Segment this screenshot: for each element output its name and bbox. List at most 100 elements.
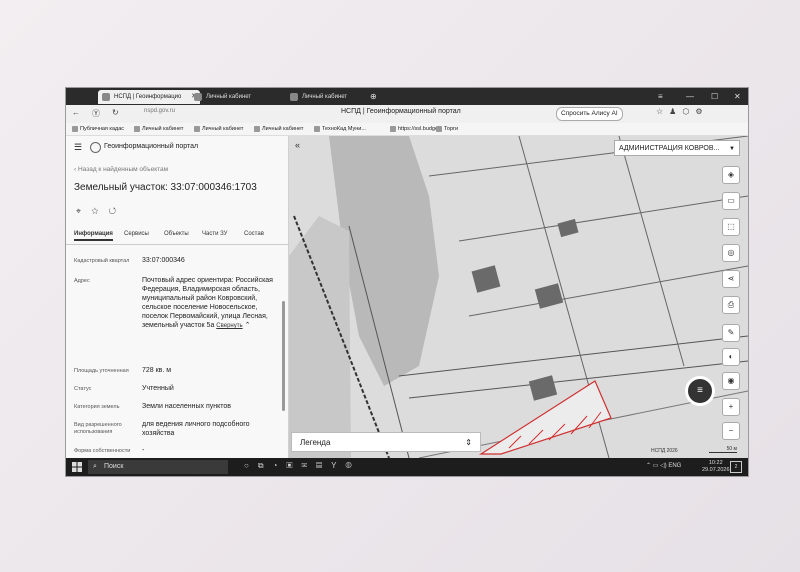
basemap-icon[interactable]: ▭ bbox=[722, 192, 740, 210]
tab-objects[interactable]: Объекты bbox=[164, 231, 189, 237]
taskbar-search[interactable]: ⌕ Поиск bbox=[88, 460, 228, 474]
menu-fab-icon[interactable]: ≡ bbox=[685, 376, 715, 406]
field-value: - bbox=[142, 447, 145, 454]
bookmark-item[interactable]: Личный кабинет bbox=[134, 124, 183, 134]
status-value: Учтенный bbox=[142, 385, 174, 392]
chevron-up-icon[interactable]: ⌃ bbox=[245, 322, 251, 329]
field-label: Вид разрешенного использования bbox=[74, 422, 122, 435]
page-tab-icon bbox=[194, 93, 202, 101]
volume-icon[interactable]: ◁) bbox=[660, 463, 667, 469]
refresh-icon[interactable]: ↻ bbox=[112, 108, 119, 117]
page-tab-icon bbox=[290, 93, 298, 101]
field-label: Категория земель bbox=[74, 404, 120, 410]
field-value: 33:07:000346 bbox=[142, 257, 185, 264]
cadastral-map[interactable]: « АДМИНИСТРАЦИЯ КОВРОВ... ▼ ◈ ▭ ⬚ ◎ ⋖ ⎙ … bbox=[289, 136, 748, 458]
admin-boundary-select[interactable]: АДМИНИСТРАЦИЯ КОВРОВ... ▼ bbox=[614, 140, 740, 156]
hamburger-menu-icon[interactable]: ☰ bbox=[74, 142, 82, 153]
tab-composition[interactable]: Состав bbox=[244, 231, 264, 237]
terrain-area bbox=[289, 216, 351, 458]
tab-label: НСПД | Геоинформацио bbox=[114, 94, 182, 100]
menu-icon[interactable]: ≡ bbox=[658, 88, 663, 105]
back-to-results-link[interactable]: ‹ Назад к найденным объектам bbox=[74, 166, 168, 173]
windows-taskbar: ⌕ Поиск ○⧉◔▣✉▤Y◍ ⌃ ▭ ◁) ENG 10:22 29.07.… bbox=[66, 458, 748, 476]
map-tool-icon[interactable]: ✎ bbox=[722, 324, 740, 342]
notifications-icon[interactable]: 2 bbox=[730, 461, 742, 473]
field-label: Форма собственности bbox=[74, 448, 131, 454]
field-label: Площадь уточненная bbox=[74, 368, 129, 374]
tab-nspd[interactable]: НСПД | Геоинформацио ✕ bbox=[98, 90, 200, 104]
yandex-icon[interactable]: Ⓨ bbox=[92, 108, 100, 119]
yandex-browser-icon[interactable]: Y bbox=[331, 461, 345, 470]
bookmark-item[interactable]: Публичная кадас bbox=[72, 124, 124, 134]
minimize-icon[interactable]: — bbox=[686, 88, 694, 105]
star-icon[interactable]: ☆ bbox=[91, 206, 108, 216]
window-close-icon[interactable]: ✕ bbox=[734, 88, 741, 105]
back-arrow-icon[interactable]: ← bbox=[72, 108, 80, 117]
locate-icon[interactable]: ◉ bbox=[722, 372, 740, 390]
language-indicator[interactable]: ENG bbox=[668, 463, 681, 469]
portal-name: Геоинформационный портал bbox=[104, 143, 199, 150]
object-info-panel: ☰ Геоинформационный портал ‹ Назад к най… bbox=[66, 136, 289, 458]
task-view-icon[interactable]: ⧉ bbox=[258, 461, 273, 470]
field-label: Кадастровый квартал bbox=[74, 258, 130, 264]
history-icon[interactable]: ↺ bbox=[108, 206, 126, 216]
new-tab-icon[interactable]: ⊕ bbox=[370, 88, 377, 105]
collapse-link[interactable]: Свернуть bbox=[216, 323, 242, 329]
measure-icon[interactable]: ◎ bbox=[722, 244, 740, 262]
bookmark-item[interactable]: Личный кабинет bbox=[194, 124, 243, 134]
explorer-icon[interactable]: ▤ bbox=[316, 461, 331, 470]
panel-tabs: Информация Сервисы Объекты Части ЗУ Сост… bbox=[66, 228, 288, 245]
ask-alice-button[interactable]: Спросить Алису AI bbox=[556, 107, 623, 121]
store-icon[interactable]: ▣ bbox=[286, 461, 301, 470]
maximize-icon[interactable]: ☐ bbox=[711, 88, 718, 105]
windows-start-icon[interactable] bbox=[72, 462, 82, 472]
mail-icon[interactable]: ✉ bbox=[302, 461, 317, 470]
object-title: Земельный участок: 33:07:000346:1703 bbox=[74, 182, 257, 193]
pin-icon[interactable]: ⌖ bbox=[76, 206, 91, 216]
edge-icon[interactable]: ◔ bbox=[273, 461, 287, 470]
collapse-panel-icon[interactable]: « bbox=[295, 140, 300, 150]
network-icon[interactable]: ▭ bbox=[653, 463, 659, 469]
tab-services[interactable]: Сервисы bbox=[124, 231, 149, 237]
object-actions: ⌖☆↺ bbox=[76, 206, 126, 217]
search-icon: ⌕ bbox=[93, 463, 97, 470]
legend-label: Легенда bbox=[300, 438, 331, 447]
map-canvas[interactable] bbox=[289, 136, 748, 458]
page-title: НСПД | Геоинформационный портал bbox=[341, 108, 461, 115]
tab-parts[interactable]: Части ЗУ bbox=[202, 231, 227, 237]
back-link-label: Назад к найденным объектам bbox=[77, 166, 169, 173]
nspd-tab-icon bbox=[102, 93, 110, 101]
chevron-down-icon: ▼ bbox=[729, 146, 735, 152]
bookmark-item[interactable]: ТехноКад Муни... bbox=[314, 124, 366, 134]
bookmark-item[interactable]: Торги bbox=[436, 124, 458, 134]
ruler-icon[interactable]: ◐ bbox=[722, 348, 740, 366]
taskbar-clock[interactable]: 10:22 29.07.2026 bbox=[702, 460, 730, 474]
select-area-icon[interactable]: ⬚ bbox=[722, 218, 740, 236]
cortana-icon[interactable]: ○ bbox=[244, 461, 258, 470]
tab-information[interactable]: Информация bbox=[74, 231, 113, 241]
tab-label: Личный кабинет bbox=[206, 94, 252, 100]
zoom-in-icon[interactable]: + bbox=[722, 398, 740, 416]
bookmark-item[interactable]: Личный кабинет bbox=[254, 124, 303, 134]
field-value: Земли населенных пунктов bbox=[142, 403, 232, 410]
browser-toolbar-icons[interactable]: ☆♟⬡⚙ bbox=[656, 107, 709, 116]
browser-tab-bar: НСПД | Геоинформацио ✕ Личный кабинет Ли… bbox=[66, 88, 748, 105]
chevron-up-icon[interactable]: ⌃ bbox=[646, 463, 651, 469]
share-icon[interactable]: ⋖ bbox=[722, 270, 740, 288]
panel-scrollbar[interactable] bbox=[282, 301, 285, 411]
url-text[interactable]: nspd.gov.ru bbox=[144, 108, 175, 114]
tab-cabinet-1[interactable]: Личный кабинет bbox=[190, 90, 290, 104]
map-copyright: НСПД 2026 bbox=[651, 448, 678, 454]
chrome-icon[interactable]: ◍ bbox=[345, 461, 360, 470]
zoom-out-icon[interactable]: − bbox=[722, 422, 740, 440]
layers-icon[interactable]: ◈ bbox=[722, 166, 740, 184]
clock-date: 29.07.2026 bbox=[702, 467, 730, 473]
system-tray[interactable]: ⌃ ▭ ◁) ENG bbox=[646, 462, 681, 469]
field-label: Адрес bbox=[74, 278, 90, 284]
legend-dropdown[interactable]: Легенда ⇕ bbox=[291, 432, 481, 452]
field-value: 728 кв. м bbox=[142, 367, 172, 374]
bookmark-item[interactable]: https://ssl.budge bbox=[390, 124, 438, 134]
search-placeholder: Поиск bbox=[104, 463, 124, 470]
bookmarks-bar: Публичная кадас Личный кабинет Личный ка… bbox=[66, 123, 748, 136]
print-icon[interactable]: ⎙ bbox=[722, 296, 740, 314]
